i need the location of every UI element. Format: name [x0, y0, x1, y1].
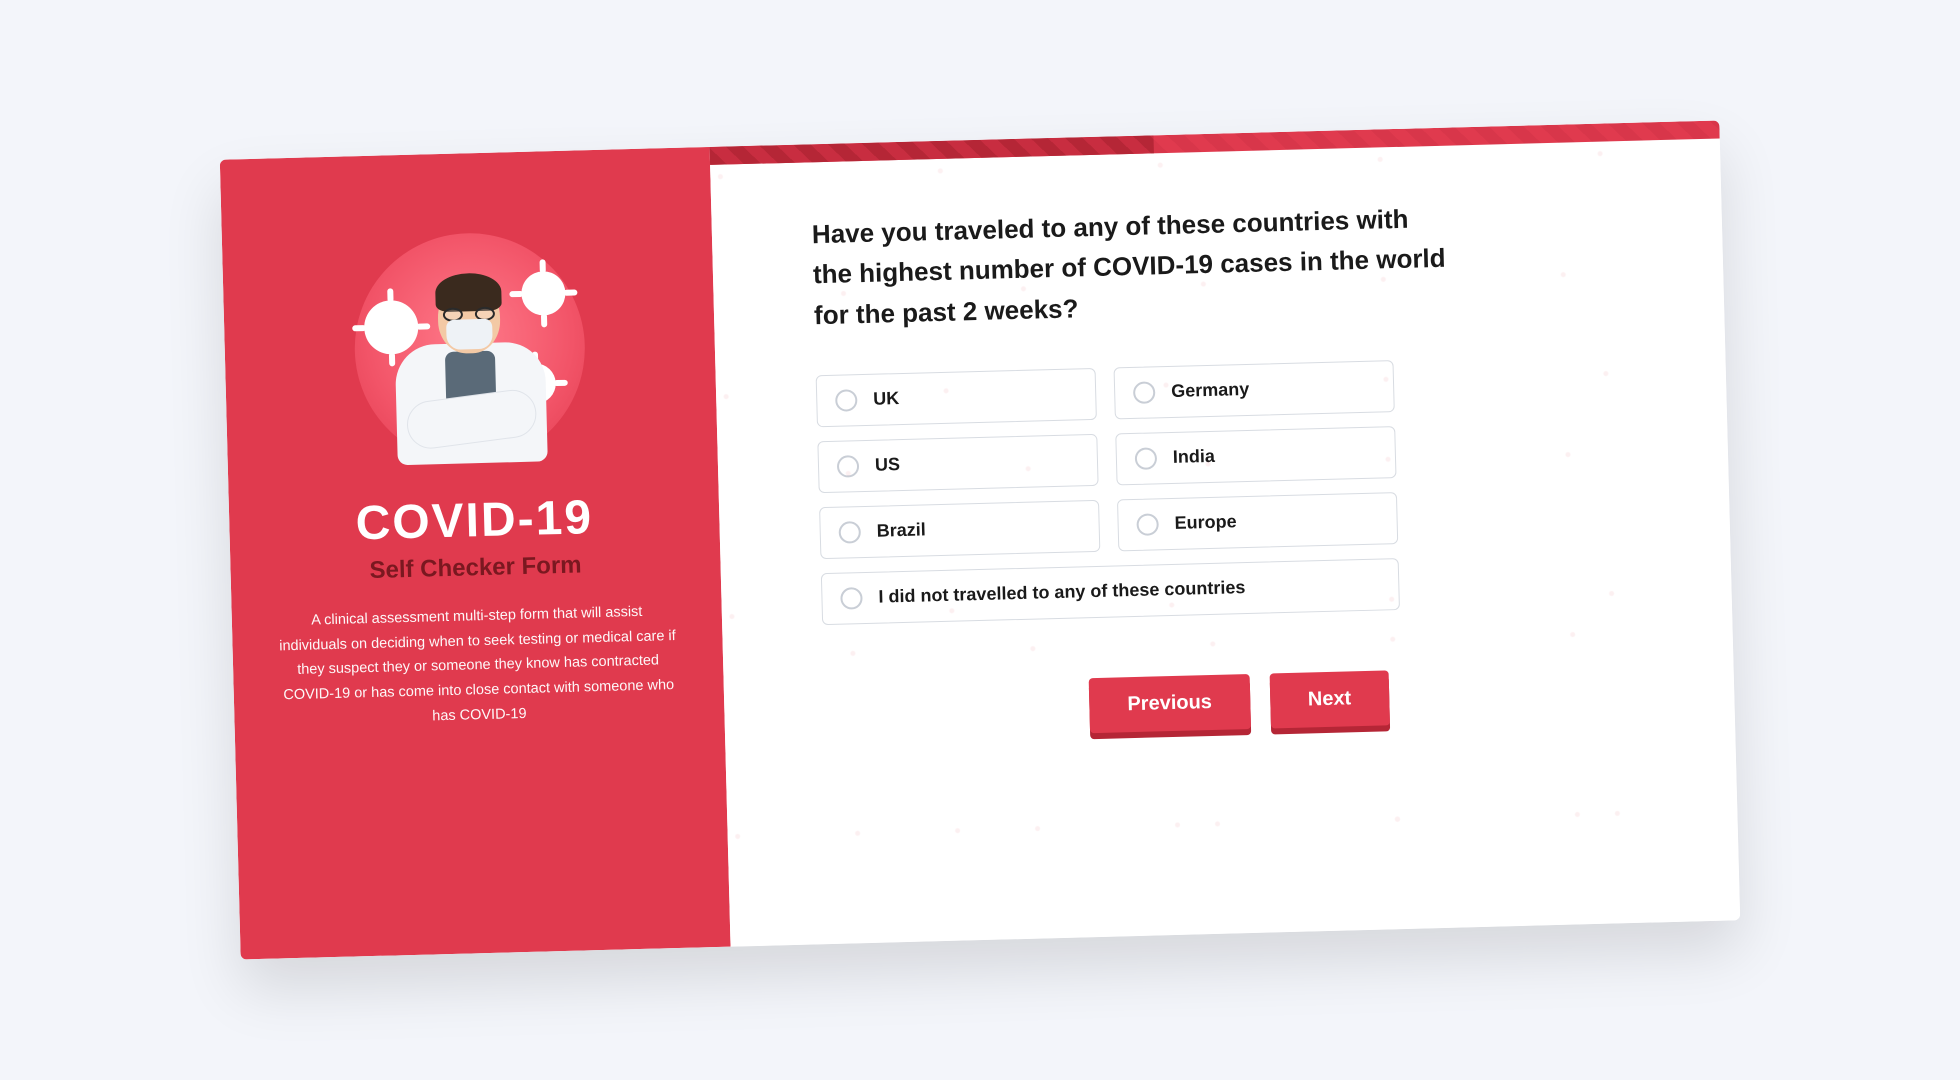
option-brazil[interactable]: Brazil: [819, 500, 1100, 559]
previous-button[interactable]: Previous: [1089, 674, 1251, 733]
option-label: UK: [873, 388, 900, 410]
option-none[interactable]: I did not travelled to any of these coun…: [821, 558, 1400, 625]
radio-icon: [1136, 513, 1159, 536]
option-label: Germany: [1171, 379, 1250, 402]
option-label: Brazil: [876, 520, 926, 542]
form-card: COVID-19 Self Checker Form A clinical as…: [220, 121, 1740, 960]
radio-icon: [840, 587, 863, 610]
radio-icon: [1133, 381, 1156, 404]
sidebar-description: A clinical assessment multi-step form th…: [277, 599, 680, 733]
nav-buttons: Previous Next: [824, 663, 1655, 740]
progress-bar: [710, 121, 1720, 165]
option-uk[interactable]: UK: [816, 368, 1097, 427]
radio-icon: [838, 521, 861, 544]
options-grid: UK Germany US India Brazil Europe: [816, 353, 1652, 625]
option-label: I did not travelled to any of these coun…: [878, 577, 1245, 608]
question-text: Have you traveled to any of these countr…: [811, 198, 1454, 336]
option-india[interactable]: India: [1115, 426, 1396, 485]
radio-icon: [837, 455, 860, 478]
sidebar-title: COVID-19: [355, 490, 594, 551]
radio-icon: [835, 389, 858, 412]
sidebar-subtitle: Self Checker Form: [369, 551, 582, 585]
option-germany[interactable]: Germany: [1114, 360, 1395, 419]
form-panel: Have you traveled to any of these countr…: [710, 121, 1741, 947]
doctor-icon: [388, 261, 553, 465]
sidebar-panel: COVID-19 Self Checker Form A clinical as…: [220, 147, 731, 960]
option-label: India: [1173, 446, 1216, 468]
option-us[interactable]: US: [817, 434, 1098, 493]
option-label: Europe: [1174, 512, 1237, 535]
next-button[interactable]: Next: [1269, 670, 1390, 728]
option-label: US: [875, 454, 901, 476]
doctor-illustration: [352, 230, 588, 466]
option-europe[interactable]: Europe: [1117, 492, 1398, 551]
radio-icon: [1135, 447, 1158, 470]
